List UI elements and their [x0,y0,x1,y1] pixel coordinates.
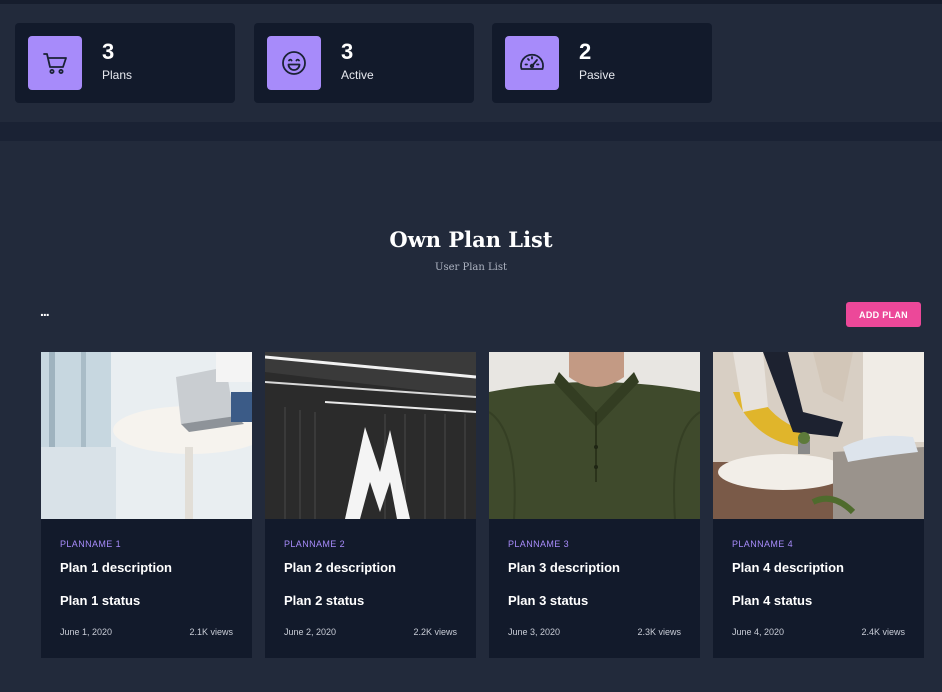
plan-views: 2.4K views [861,627,905,637]
plan-name: PLANNAME 4 [732,539,794,549]
plan-card-image [265,352,476,519]
plan-name: PLANNAME 1 [60,539,122,549]
plan-status: Plan 2 status [284,593,365,608]
plan-date: June 2, 2020 [284,627,337,637]
plan-date: June 4, 2020 [732,627,785,637]
plan-card[interactable]: PLANNAME 4 Plan 4 description Plan 4 sta… [713,352,924,658]
plan-date: June 1, 2020 [60,627,113,637]
plan-card[interactable]: PLANNAME 3 Plan 3 description Plan 3 sta… [489,352,700,658]
stat-card-plans: 3 Plans [15,23,235,103]
add-plan-button[interactable]: ADD PLAN [846,302,921,327]
plan-status: Plan 3 status [508,593,589,608]
stat-value: 3 [341,39,354,64]
plan-status: Plan 4 status [732,593,813,608]
plan-name: PLANNAME 2 [284,539,346,549]
gauge-icon [505,36,559,90]
stat-value: 3 [102,39,115,64]
plan-views: 2.1K views [189,627,233,637]
cart-icon [28,36,82,90]
stat-label: Pasive [579,68,616,82]
plan-description: Plan 1 description [60,560,172,575]
stat-card-active: 3 Active [254,23,474,103]
plan-card-image [41,352,252,519]
smiley-icon [267,36,321,90]
stat-card-passive: 2 Pasive [492,23,712,103]
plan-card-image [713,352,924,519]
stat-label: Active [341,68,374,82]
plan-description: Plan 4 description [732,560,844,575]
more-options-button[interactable]: ... [40,304,56,318]
stat-label: Plans [102,68,133,82]
stats-area: 3 Plans 3 Active 2 Pasive [0,4,942,122]
plan-description: Plan 3 description [508,560,620,575]
plan-status: Plan 1 status [60,593,141,608]
plan-description: Plan 2 description [284,560,396,575]
plan-views: 2.2K views [413,627,457,637]
plan-name: PLANNAME 3 [508,539,570,549]
plan-views: 2.3K views [637,627,681,637]
plan-card[interactable]: PLANNAME 1 Plan 1 description Plan 1 sta… [41,352,252,658]
page-title: Own Plan List [389,227,553,252]
plan-list-section: Own Plan List User Plan List ... ADD PLA… [0,141,942,692]
plan-card[interactable]: PLANNAME 2 Plan 2 description Plan 2 sta… [265,352,476,658]
page-subtitle: User Plan List [435,262,507,273]
stat-value: 2 [579,39,592,64]
plan-date: June 3, 2020 [508,627,561,637]
plan-card-image [489,352,700,519]
